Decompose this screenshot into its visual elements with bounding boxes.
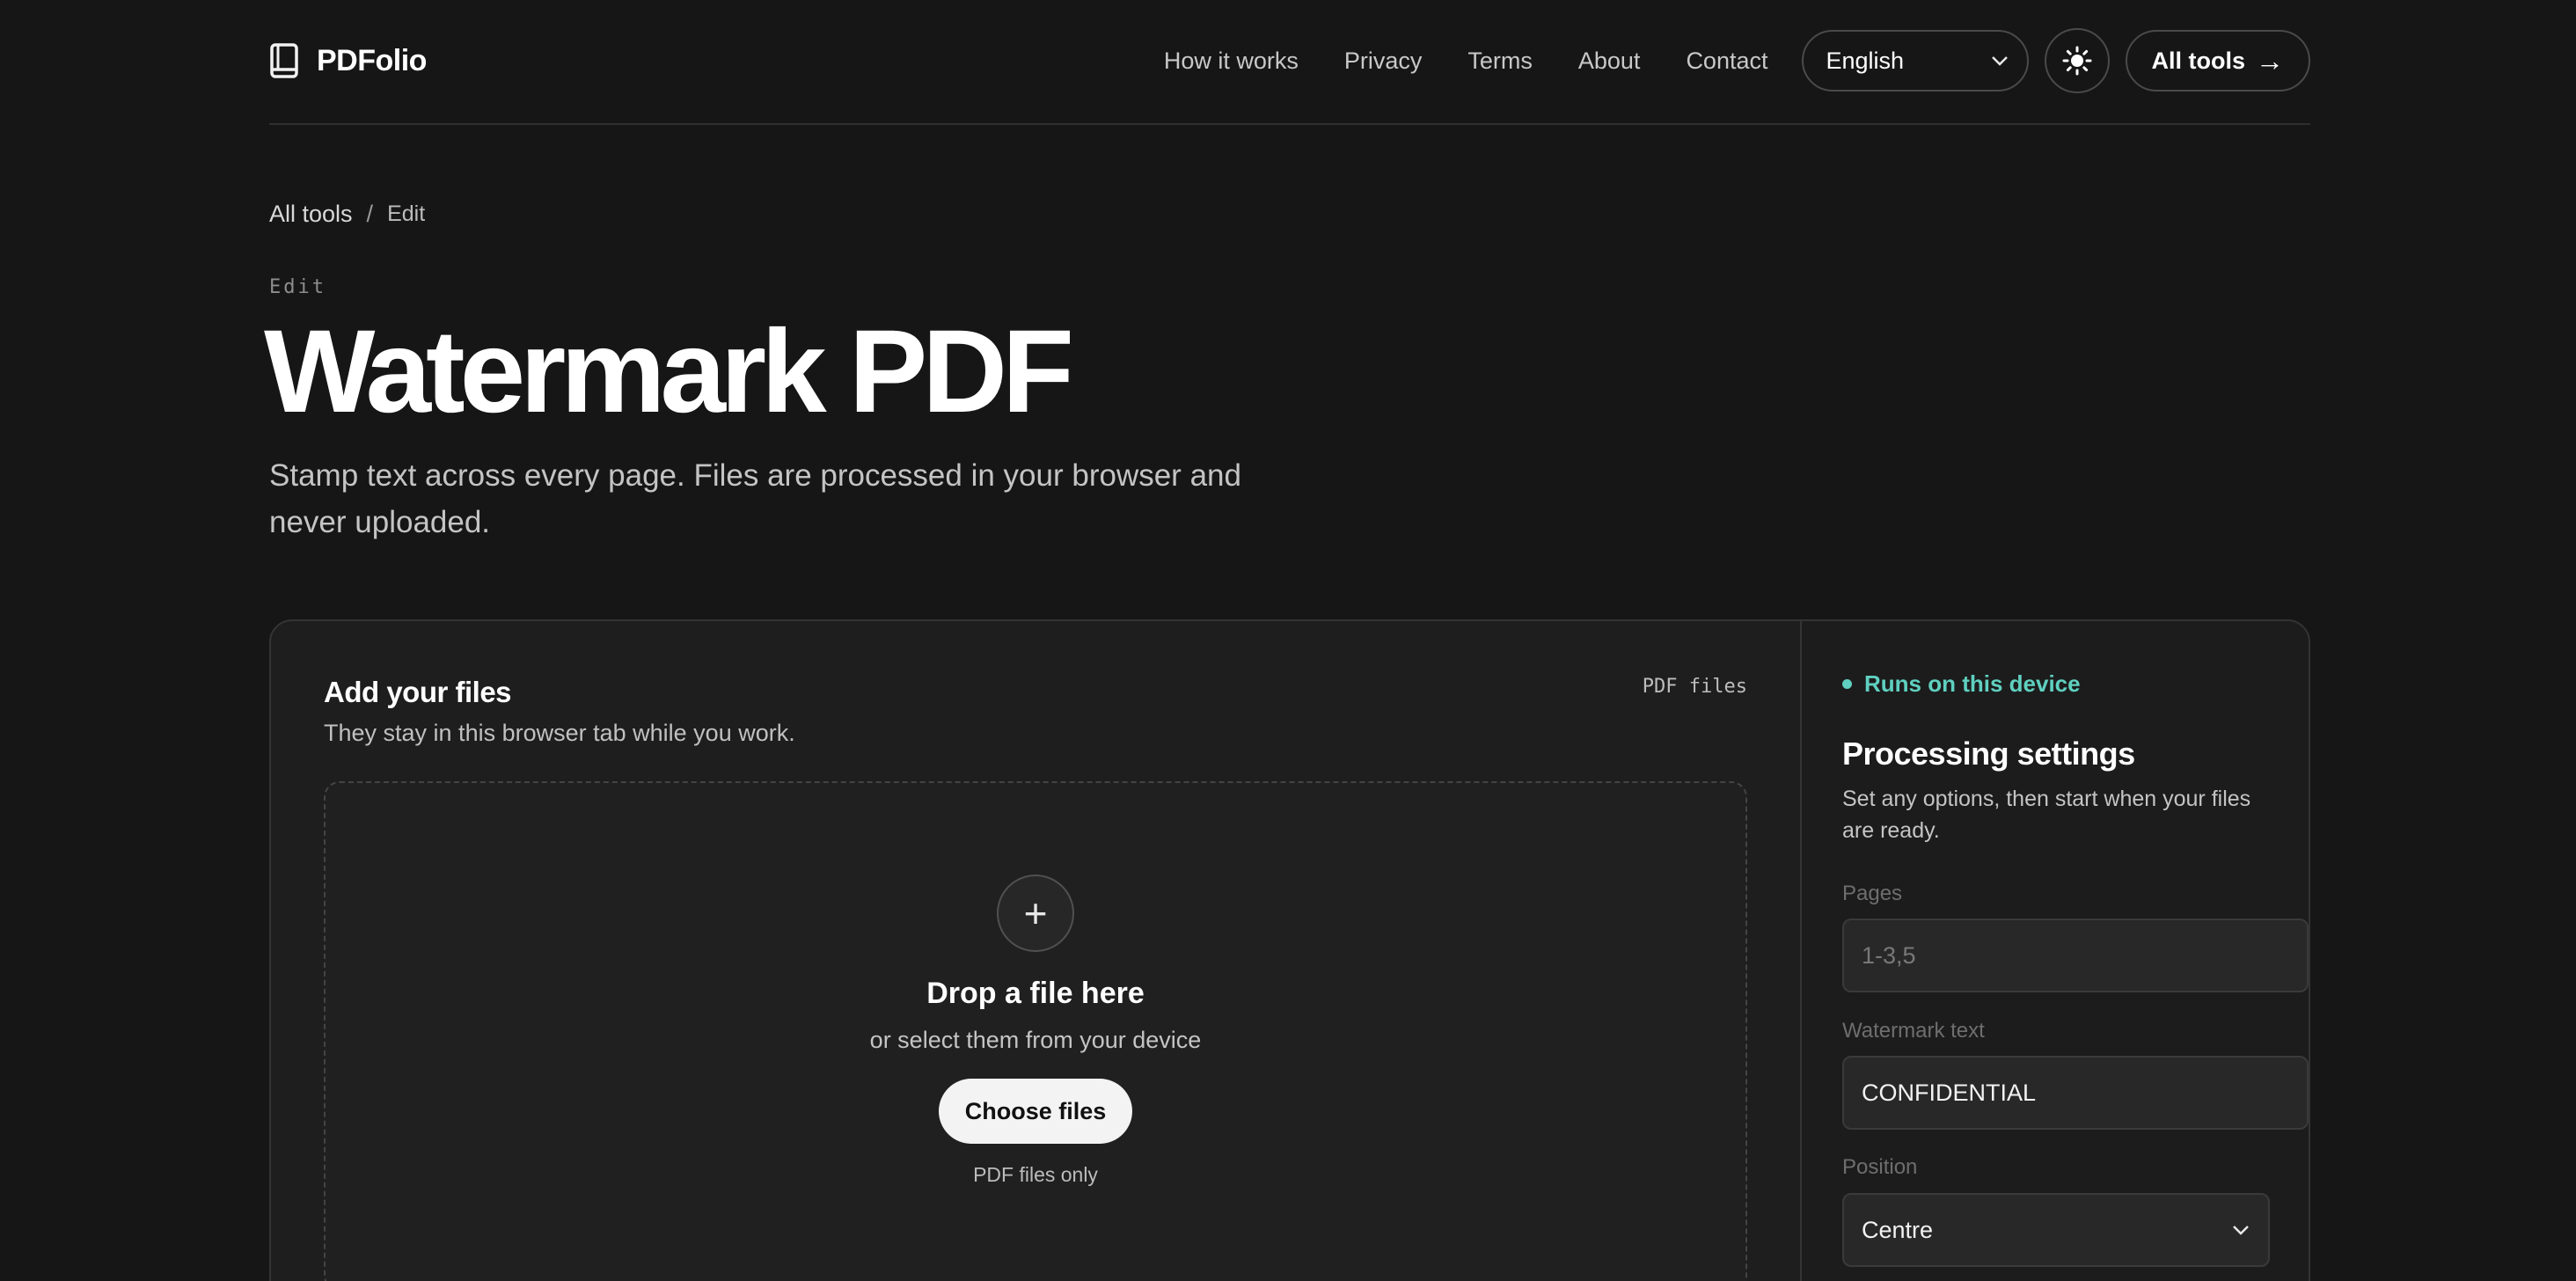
nav-how-it-works[interactable]: How it works [1164,48,1299,75]
plus-icon[interactable]: + [997,875,1074,952]
breadcrumb: All tools / Edit [269,201,425,228]
nav-terms[interactable]: Terms [1467,48,1533,75]
chevron-down-icon [2233,1226,2249,1235]
choose-files-button[interactable]: Choose files [938,1079,1133,1144]
status-dot-icon [1842,679,1852,689]
page-subtitle: Stamp text across every page. Files are … [269,458,1241,539]
category-eyebrow: Edit [269,276,326,298]
dropzone-title: Drop a file here [926,977,1145,1010]
watermark-text-label: Watermark text [1842,1019,1985,1043]
breadcrumb-current: Edit [387,201,426,226]
tool-card: Add your files They stay in this browser… [269,619,2310,1281]
breadcrumb-all-tools[interactable]: All tools [269,201,353,228]
settings-title: Processing settings [1842,736,2135,772]
nav-about[interactable]: About [1578,48,1641,75]
nav-privacy[interactable]: Privacy [1344,48,1423,75]
page-title: Watermark PDF [264,306,1074,437]
upload-title: Add your files [324,676,512,708]
watermark-text-input[interactable]: CONFIDENTIAL [1842,1056,2309,1130]
position-value: Centre [1862,1216,1934,1243]
file-type-tag: PDF files [1642,676,1747,698]
settings-panel: Runs on this device Processing settings … [1800,621,2309,1281]
page: PDFolio How it works Privacy Terms About… [0,0,2576,1281]
brand-name: PDFolio [317,43,427,77]
main-nav: How it works Privacy Terms About Contact… [1164,28,2310,93]
book-icon [270,43,298,78]
upload-panel: Add your files They stay in this browser… [271,621,1800,1281]
nav-contact[interactable]: Contact [1686,48,1767,75]
language-value: English [1826,47,1905,74]
dropzone-note: PDF files only [973,1163,1098,1186]
all-tools-label: All tools [2151,47,2246,74]
all-tools-button[interactable]: All tools → [2125,30,2310,92]
dropzone-subtitle: or select them from your device [869,1027,1202,1053]
device-status: Runs on this device [1842,670,2081,698]
settings-description: Set any options, then start when your fi… [1842,787,2251,843]
pages-label: Pages [1842,882,1903,905]
pages-input[interactable]: 1-3,5 [1842,919,2309,992]
site-header: PDFolio How it works Privacy Terms About… [269,28,2310,125]
arrow-right-icon: → [2256,44,2284,77]
upload-subtitle: They stay in this browser tab while you … [324,720,795,746]
dropzone-content: + Drop a file here or select them from y… [326,875,1745,1187]
position-label: Position [1842,1155,1918,1179]
theme-toggle-button[interactable] [2044,28,2110,93]
breadcrumb-separator: / [366,201,374,227]
chevron-down-icon [1991,56,2008,66]
position-select[interactable]: Centre [1842,1193,2270,1267]
status-label: Runs on this device [1864,670,2081,697]
brand[interactable]: PDFolio [269,43,427,78]
sun-icon [2062,46,2091,76]
language-select[interactable]: English [1801,30,2029,92]
file-dropzone[interactable]: + Drop a file here or select them from y… [324,781,1747,1281]
